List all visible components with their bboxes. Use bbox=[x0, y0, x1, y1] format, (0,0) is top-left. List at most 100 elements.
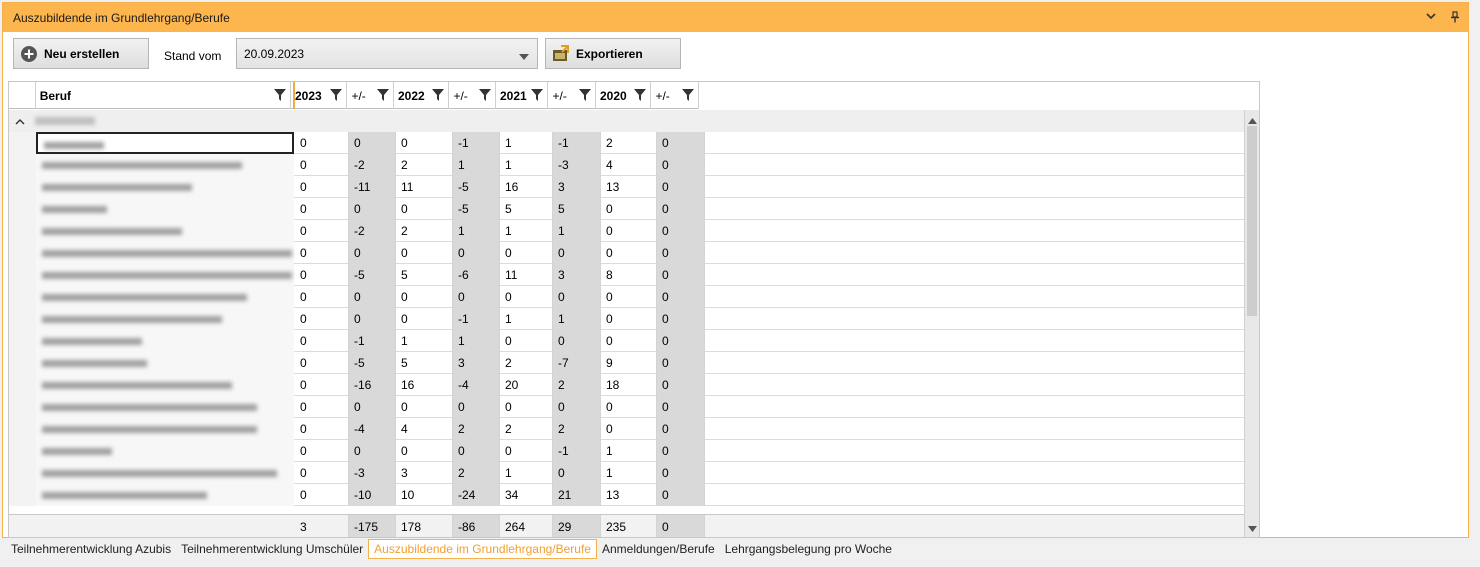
delta-cell[interactable]: 5 bbox=[553, 198, 601, 220]
delta-cell[interactable]: 0 bbox=[657, 198, 705, 220]
delta-cell[interactable]: 0 bbox=[657, 330, 705, 352]
year-cell[interactable]: 4 bbox=[601, 154, 657, 176]
delta-cell[interactable]: -5 bbox=[453, 176, 500, 198]
table-row[interactable]: 0 0 0 -1 1 -1 2 0 bbox=[9, 132, 1245, 154]
year-cell[interactable]: 4 bbox=[396, 418, 453, 440]
year-cell[interactable]: 1 bbox=[601, 440, 657, 462]
delta-cell[interactable]: 2 bbox=[453, 418, 500, 440]
column-header-delta-2021[interactable]: +/- bbox=[548, 82, 596, 109]
year-cell[interactable]: 0 bbox=[396, 308, 453, 330]
delta-cell[interactable]: 0 bbox=[553, 330, 601, 352]
delta-cell[interactable]: 2 bbox=[553, 418, 601, 440]
beruf-cell-redacted[interactable] bbox=[36, 286, 294, 308]
filter-icon[interactable] bbox=[478, 89, 491, 104]
year-cell[interactable]: 18 bbox=[601, 374, 657, 396]
column-header-2023[interactable]: 2023 bbox=[291, 82, 348, 109]
year-cell[interactable]: 5 bbox=[396, 352, 453, 374]
delta-cell[interactable]: -3 bbox=[349, 462, 396, 484]
delta-cell[interactable]: 0 bbox=[349, 396, 396, 418]
table-row[interactable]: 0 -5 5 3 2 -7 9 0 bbox=[9, 352, 1245, 374]
beruf-cell-redacted[interactable] bbox=[36, 176, 294, 198]
table-row[interactable]: 0 -2 2 1 1 1 0 0 bbox=[9, 220, 1245, 242]
year-cell[interactable]: 10 bbox=[396, 484, 453, 506]
year-cell[interactable]: 2 bbox=[396, 154, 453, 176]
year-cell[interactable]: 13 bbox=[601, 176, 657, 198]
delta-cell[interactable]: 0 bbox=[657, 154, 705, 176]
year-cell[interactable]: 16 bbox=[396, 374, 453, 396]
table-row[interactable]: 0 -3 3 2 1 0 1 0 bbox=[9, 462, 1245, 484]
year-cell[interactable]: 3 bbox=[396, 462, 453, 484]
delta-cell[interactable]: -16 bbox=[349, 374, 396, 396]
delta-cell[interactable]: -7 bbox=[553, 352, 601, 374]
delta-cell[interactable]: -11 bbox=[349, 176, 396, 198]
table-row[interactable]: 0 0 0 -1 1 1 0 0 bbox=[9, 308, 1245, 330]
delta-cell[interactable]: 3 bbox=[553, 264, 601, 286]
delta-cell[interactable]: 0 bbox=[657, 242, 705, 264]
scrollbar-thumb[interactable] bbox=[1247, 126, 1257, 316]
year-cell[interactable]: 13 bbox=[601, 484, 657, 506]
year-cell[interactable]: 0 bbox=[295, 352, 349, 374]
table-row[interactable]: 0 0 0 0 0 -1 1 0 bbox=[9, 440, 1245, 462]
year-cell[interactable]: 20 bbox=[500, 374, 553, 396]
delta-cell[interactable]: 0 bbox=[657, 484, 705, 506]
table-row[interactable]: 0 -1 1 1 0 0 0 0 bbox=[9, 330, 1245, 352]
pin-icon[interactable] bbox=[1448, 10, 1462, 24]
year-cell[interactable]: 0 bbox=[295, 484, 349, 506]
table-row[interactable]: 0 -10 10 -24 34 21 13 0 bbox=[9, 484, 1245, 506]
delta-cell[interactable]: 0 bbox=[553, 286, 601, 308]
delta-cell[interactable]: -1 bbox=[553, 132, 601, 154]
filter-icon[interactable] bbox=[432, 89, 445, 104]
delta-cell[interactable]: -5 bbox=[453, 198, 500, 220]
year-cell[interactable]: 0 bbox=[295, 462, 349, 484]
year-cell[interactable]: 0 bbox=[601, 396, 657, 418]
delta-cell[interactable]: -1 bbox=[453, 132, 500, 154]
year-cell[interactable]: 0 bbox=[500, 242, 553, 264]
delta-cell[interactable]: 3 bbox=[453, 352, 500, 374]
year-cell[interactable]: 0 bbox=[295, 440, 349, 462]
year-cell[interactable]: 9 bbox=[601, 352, 657, 374]
delta-cell[interactable]: 0 bbox=[657, 462, 705, 484]
delta-cell[interactable]: -2 bbox=[349, 154, 396, 176]
year-cell[interactable]: 0 bbox=[295, 308, 349, 330]
delta-cell[interactable]: 0 bbox=[453, 286, 500, 308]
year-cell[interactable]: 0 bbox=[601, 220, 657, 242]
delta-cell[interactable]: 0 bbox=[349, 286, 396, 308]
year-cell[interactable]: 5 bbox=[396, 264, 453, 286]
delta-cell[interactable]: 1 bbox=[453, 330, 500, 352]
delta-cell[interactable]: 0 bbox=[657, 308, 705, 330]
year-cell[interactable]: 0 bbox=[396, 286, 453, 308]
delta-cell[interactable]: 0 bbox=[553, 396, 601, 418]
year-cell[interactable]: 0 bbox=[295, 264, 349, 286]
delta-cell[interactable]: 0 bbox=[349, 242, 396, 264]
beruf-cell-redacted[interactable] bbox=[36, 352, 294, 374]
delta-cell[interactable]: -10 bbox=[349, 484, 396, 506]
delta-cell[interactable]: -1 bbox=[453, 308, 500, 330]
delta-cell[interactable]: -5 bbox=[349, 352, 396, 374]
stand-date-select[interactable]: 20.09.2023 bbox=[236, 38, 538, 69]
delta-cell[interactable]: -2 bbox=[349, 220, 396, 242]
year-cell[interactable]: 0 bbox=[295, 286, 349, 308]
delta-cell[interactable]: 0 bbox=[453, 396, 500, 418]
delta-cell[interactable]: 0 bbox=[657, 352, 705, 374]
column-header-2020[interactable]: 2020 bbox=[596, 82, 652, 109]
year-cell[interactable]: 0 bbox=[396, 396, 453, 418]
delta-cell[interactable]: 0 bbox=[657, 220, 705, 242]
delta-cell[interactable]: 0 bbox=[349, 308, 396, 330]
beruf-cell-redacted[interactable] bbox=[36, 374, 294, 396]
table-row[interactable]: 0 -4 4 2 2 2 0 0 bbox=[9, 418, 1245, 440]
table-row[interactable]: 00000000 bbox=[9, 242, 1245, 264]
beruf-cell-redacted[interactable] bbox=[36, 198, 294, 220]
delta-cell[interactable]: 1 bbox=[453, 154, 500, 176]
delta-cell[interactable]: -6 bbox=[453, 264, 500, 286]
tab-3[interactable]: Anmeldungen/Berufe bbox=[597, 539, 720, 559]
delta-cell[interactable]: -1 bbox=[553, 440, 601, 462]
table-row[interactable]: 00000000 bbox=[9, 396, 1245, 418]
filter-icon[interactable] bbox=[274, 89, 286, 104]
year-cell[interactable]: 8 bbox=[601, 264, 657, 286]
delta-cell[interactable]: 0 bbox=[453, 440, 500, 462]
year-cell[interactable]: 0 bbox=[295, 132, 349, 154]
delta-cell[interactable]: 0 bbox=[553, 462, 601, 484]
year-cell[interactable]: 34 bbox=[500, 484, 553, 506]
year-cell[interactable]: 2 bbox=[601, 132, 657, 154]
year-cell[interactable]: 2 bbox=[396, 220, 453, 242]
